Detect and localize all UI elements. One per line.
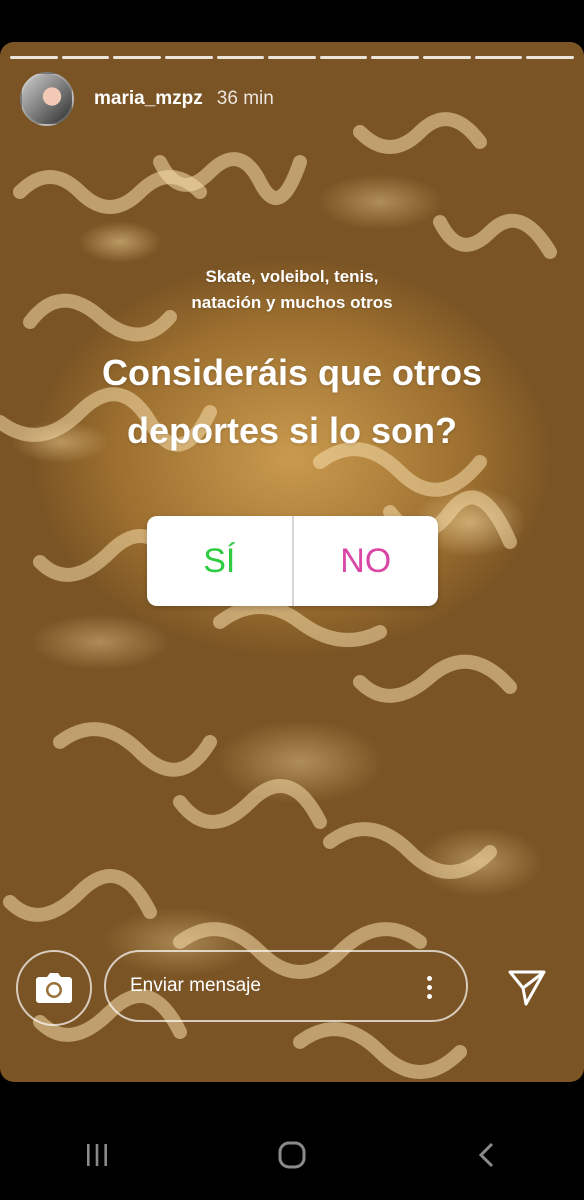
more-vertical-icon[interactable]	[427, 976, 432, 999]
send-icon[interactable]	[506, 966, 548, 1008]
progress-segment	[61, 56, 110, 59]
question-line: Consideráis que otros	[101, 352, 483, 393]
poll-question: Consideráis que otros deportes si lo son…	[0, 344, 584, 460]
progress-segment	[10, 56, 58, 59]
system-navigation-bar	[0, 1110, 584, 1200]
avatar[interactable]	[20, 72, 74, 126]
progress-segment	[371, 56, 420, 59]
story-progress-bar	[10, 56, 575, 59]
username[interactable]: maria_mzpz	[94, 88, 203, 110]
question-line: deportes si lo son?	[126, 410, 458, 451]
back-icon[interactable]	[472, 1140, 502, 1170]
camera-icon	[36, 973, 72, 1003]
poll-option-no[interactable]: NO	[294, 516, 439, 606]
story-view[interactable]: maria_mzpz 36 min Skate, voleibol, tenis…	[0, 42, 584, 1082]
progress-segment	[319, 56, 368, 59]
progress-segment	[526, 56, 575, 59]
progress-segment	[423, 56, 471, 59]
progress-segment	[216, 56, 265, 59]
subtitle-line: natación y muchos otros	[191, 293, 393, 312]
poll-sticker: SÍ NO	[147, 516, 438, 606]
camera-button[interactable]	[16, 950, 92, 1026]
story-timestamp: 36 min	[216, 88, 274, 109]
message-placeholder: Enviar mensaje	[130, 975, 261, 996]
story-header: maria_mzpz 36 min	[20, 72, 274, 126]
recents-icon[interactable]	[82, 1140, 112, 1170]
subtitle-line: Skate, voleibol, tenis,	[205, 267, 379, 286]
home-icon[interactable]	[276, 1139, 308, 1171]
progress-segment	[164, 56, 213, 59]
progress-segment	[113, 56, 161, 59]
progress-segment	[268, 56, 316, 59]
story-subtitle: Skate, voleibol, tenis, natación y mucho…	[0, 264, 584, 316]
message-input[interactable]: Enviar mensaje	[104, 950, 468, 1022]
poll-option-yes[interactable]: SÍ	[147, 516, 294, 606]
progress-segment	[474, 56, 523, 59]
